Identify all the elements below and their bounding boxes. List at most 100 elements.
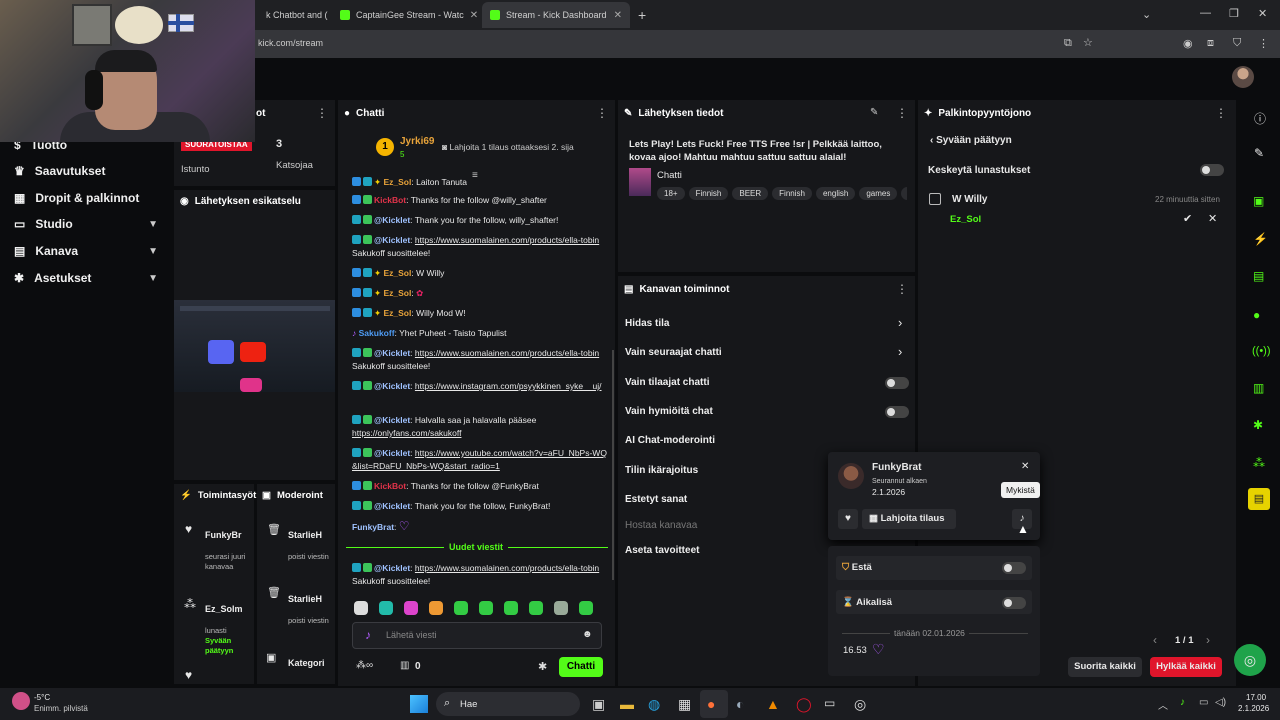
chat-scrollbar[interactable] [612, 350, 614, 580]
chat-message[interactable]: @Kicklet: https://www.instagram.com/psyy… [352, 380, 607, 393]
chat-icon[interactable]: ● [1253, 308, 1260, 322]
chat-link[interactable]: https://www.instagram.com/psyykkinen_syk… [415, 381, 602, 391]
chat-link[interactable]: https://www.suomalainen.com/products/ell… [415, 563, 599, 573]
back-button[interactable]: ‹ Syvään päätyyn [930, 135, 1012, 146]
chat-message[interactable]: ✦ Ez_Sol: Willy Mod W! [352, 307, 607, 320]
emote-icon[interactable] [554, 601, 568, 615]
coins-icon[interactable]: ⁂ [1253, 456, 1265, 470]
chat-message[interactable]: ✦ Ez_Sol: Laiton Tanuta [352, 176, 607, 186]
clapper-icon[interactable]: ▤ [1248, 488, 1270, 510]
layers-icon[interactable]: ▥ [1253, 381, 1264, 395]
emote-icon[interactable] [454, 601, 468, 615]
user-card-name[interactable]: FunkyBrat [872, 462, 921, 473]
more-icon[interactable]: ⋮ [316, 106, 328, 120]
sidebar-item-saavutukset[interactable]: ♛ Saavutukset [0, 158, 172, 184]
tag-pill[interactable]: BEER [732, 187, 769, 200]
edge-icon[interactable]: ◍ [648, 696, 660, 713]
chat-message[interactable]: @Kicklet: Thank you for the follow, will… [352, 214, 607, 227]
weather-temp[interactable]: -5°C [34, 693, 50, 702]
chat-message[interactable]: @Kicklet: https://www.suomalainen.com/pr… [352, 234, 607, 260]
chat-message[interactable]: ✦ Ez_Sol: W Willy [352, 267, 607, 280]
modlog-user[interactable]: StarlieH [288, 594, 322, 604]
chat-message[interactable]: @Kicklet: Thank you for the follow, Funk… [352, 500, 607, 513]
bookmark-star-icon[interactable]: ☆ [1083, 36, 1093, 49]
sidebar-item-kanava[interactable]: ▤ Kanava ▼ [0, 238, 172, 264]
rail-widget-icon[interactable]: ▣ [1253, 194, 1264, 208]
chat-link[interactable]: https://www.suomalainen.com/products/ell… [415, 348, 599, 358]
chat-message[interactable]: KickBot: Thanks for the follow @willy_sh… [352, 194, 607, 207]
pause-redemptions-toggle[interactable] [1200, 164, 1224, 176]
network-icon[interactable]: ▭ [1199, 697, 1208, 708]
chat-message[interactable]: ✦ Ez_Sol: ✿ [352, 287, 607, 300]
profile-icon[interactable]: ◉ [1183, 37, 1193, 50]
chat-link[interactable]: https://www.suomalainen.com/products/ell… [415, 235, 599, 245]
minimize-icon[interactable]: — [1200, 7, 1211, 19]
edit-icon[interactable]: ✎ [870, 107, 878, 118]
approve-icon[interactable]: ✔ [1183, 212, 1192, 225]
clock-time[interactable]: 17.00 [1246, 693, 1266, 702]
stream-preview[interactable] [174, 300, 335, 392]
slow-mode-option[interactable]: Hidas tila [625, 318, 669, 329]
tag-pill[interactable]: 18+ [657, 187, 685, 200]
close-window-icon[interactable]: ✕ [1258, 7, 1267, 20]
close-tab-icon[interactable]: ✕ [614, 10, 622, 21]
settings-link-icon[interactable]: ⁂∞ [356, 660, 373, 671]
sidebar-item-dropit[interactable]: ▦ Dropit & palkinnot [0, 185, 172, 211]
install-app-icon[interactable]: ⧉ [1064, 37, 1072, 50]
send-chat-button[interactable]: Chatti [559, 657, 603, 677]
subscribers-only-toggle[interactable] [885, 377, 909, 389]
close-tab-icon[interactable]: ✕ [470, 10, 478, 21]
set-goals-option[interactable]: Aseta tavoitteet [625, 545, 699, 556]
emote-icon[interactable] [479, 601, 493, 615]
chat-link[interactable]: https://onlyfans.com/sakukoff [352, 428, 461, 438]
chat-settings-icon[interactable]: ✱ [538, 660, 547, 673]
vlc-icon[interactable]: ▲ [766, 696, 780, 712]
tag-pill[interactable]: ja [901, 187, 907, 200]
chat-message[interactable]: FunkyBrat: ♡ [352, 520, 607, 534]
prev-page-icon[interactable]: ‹ [1153, 633, 1157, 647]
terminal-icon[interactable]: ▭ [824, 696, 835, 710]
next-page-icon[interactable]: › [1206, 633, 1210, 647]
gift-prompt[interactable]: ◙ Lahjoita 1 tilaus ottaaksesi 2. sija [442, 142, 574, 152]
complete-all-button[interactable]: Suorita kaikki [1068, 657, 1142, 677]
chat-message[interactable]: KickBot: Thanks for the follow @FunkyBra… [352, 480, 607, 493]
sidebar-item-asetukset[interactable]: ✱ Asetukset ▼ [0, 265, 172, 291]
emote-icon[interactable] [529, 601, 543, 615]
ban-toggle[interactable] [1002, 562, 1026, 574]
sidebar-item-studio[interactable]: ▭ Studio ▼ [0, 211, 172, 237]
obs-icon[interactable]: ◎ [854, 696, 866, 713]
activity-user[interactable]: FunkyBr [205, 530, 242, 540]
more-icon[interactable]: ⋮ [1215, 106, 1227, 120]
taskbar-search[interactable] [436, 692, 580, 716]
file-explorer-icon[interactable]: ▬ [620, 696, 634, 712]
followers-only-option[interactable]: Vain seuraajat chatti [625, 347, 722, 358]
tag-pill[interactable]: games [859, 187, 898, 200]
request-checkbox[interactable] [929, 193, 941, 205]
more-icon[interactable]: ⋮ [896, 106, 908, 120]
firefox-icon[interactable]: ● [707, 696, 715, 712]
emote-only-toggle[interactable] [885, 406, 909, 418]
url-field[interactable]: kick.com/stream [258, 38, 323, 48]
tag-pill[interactable]: english [815, 187, 856, 200]
ai-moderation-option[interactable]: AI Chat-moderointi [625, 435, 715, 446]
info-icon[interactable]: ⓘ [1254, 110, 1266, 127]
more-icon[interactable]: ⋮ [896, 282, 908, 296]
shield-icon[interactable]: ⛉ [1233, 37, 1241, 50]
wrench-icon[interactable]: ✱ [1253, 418, 1263, 432]
gift-sub-button[interactable]: ▦ Lahjoita tilaus [862, 509, 956, 529]
reject-icon[interactable]: ✕ [1208, 212, 1217, 225]
pencil-icon[interactable]: ✎ [1254, 146, 1264, 160]
banned-words-option[interactable]: Estetyt sanat [625, 494, 687, 505]
extensions-icon[interactable]: ⧈ [1207, 37, 1214, 50]
close-icon[interactable]: ✕ [1021, 461, 1029, 472]
opera-icon[interactable]: ◯ [796, 696, 812, 713]
tag-pill[interactable]: Finnish [772, 187, 812, 200]
modlog-user[interactable]: Kategori [288, 658, 325, 668]
document-icon[interactable]: ▤ [1253, 269, 1264, 283]
new-tab-icon[interactable]: + [638, 7, 646, 23]
heart-icon[interactable]: ♥ [838, 509, 858, 529]
browser-tab[interactable]: CaptainGee Stream - Watc ✕ [332, 2, 480, 28]
avatar[interactable] [1232, 66, 1254, 88]
maximize-icon[interactable]: ❐ [1229, 7, 1239, 20]
store-icon[interactable]: ▦ [678, 696, 691, 713]
